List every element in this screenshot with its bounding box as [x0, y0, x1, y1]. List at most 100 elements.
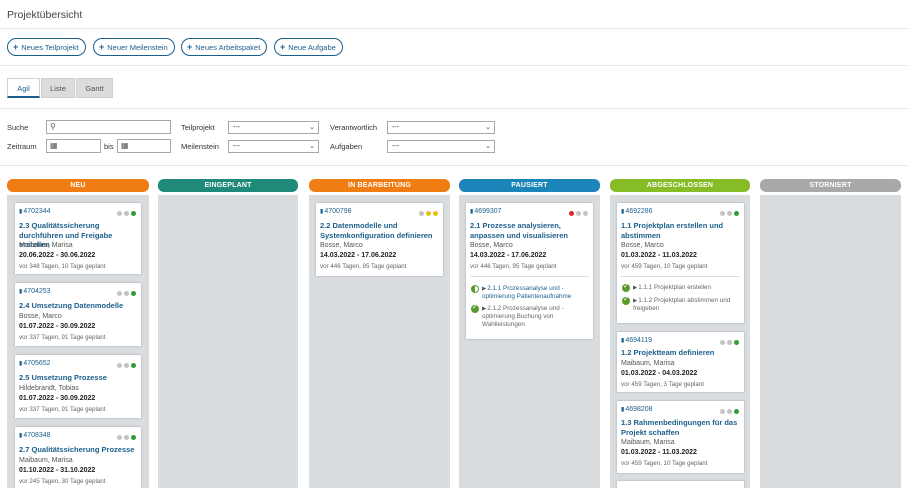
card[interactable]: ▮4692286 1.1 Projektplan erstellen und a… [617, 203, 744, 323]
card-dates: 01.03.2022 - 04.03.2022 [621, 370, 698, 377]
flag-icon: ▮ [19, 289, 23, 295]
tab-liste[interactable]: Liste [41, 78, 75, 98]
period-from-field[interactable]: ▦ [46, 139, 101, 153]
tab-agil[interactable]: Agil [7, 78, 40, 98]
card-person: Bosse, Marco [19, 313, 62, 320]
status-dot [432, 210, 438, 216]
card-dates: 01.07.2022 - 30.09.2022 [19, 323, 96, 330]
status-dot [425, 210, 431, 216]
card-number[interactable]: ▮4698208 [621, 406, 653, 413]
card-title[interactable]: 1.3 Rahmenbedingungen für das Projekt sc… [621, 418, 741, 437]
tab-gantt[interactable]: Gantt [76, 78, 113, 98]
action-bar: + Neues Teilprojekt + Neuer Meilenstein + N… [0, 29, 908, 66]
status-dots [115, 209, 136, 216]
card[interactable]: ▮4702344 2.3 Qualitätssicherung durchfüh… [15, 203, 141, 274]
card-title[interactable]: 1.1 Projektplan erstellen und abstimmen [621, 221, 741, 240]
status-dot [116, 434, 122, 440]
subtask-item[interactable]: ▶1.1.2 Projektplan abstimmen und freigeb… [622, 296, 740, 315]
card[interactable]: ▮4698208 1.3 Rahmenbedingungen für das P… [617, 401, 744, 473]
status-dot [733, 339, 739, 345]
card[interactable]: ▮4708348 2.7 Qualitätssicherung Prozesse… [15, 427, 141, 488]
card[interactable]: ▮4704253 2.4 Umsetzung Datenmodelle Boss… [15, 283, 141, 346]
plus-icon: + [13, 42, 19, 52]
status-dot [130, 434, 136, 440]
card[interactable]: ▮4705652 2.5 Umsetzung Prozesse Hildebra… [15, 355, 141, 418]
status-dots [417, 209, 438, 216]
flag-icon: ▮ [621, 407, 625, 413]
card-dates: 01.10.2022 - 31.10.2022 [19, 467, 96, 474]
column-abgeschlossen: ▮4692286 1.1 Projektplan erstellen und a… [610, 195, 750, 488]
card-person: Bosse, Marco [621, 242, 664, 249]
card-number[interactable]: ▮4702344 [19, 208, 51, 215]
card-meta: vor 245 Tagen, 30 Tage geplant [19, 478, 106, 485]
subtask-item[interactable]: ▶2.1.1 Prozessanalyse und -optimierung P… [471, 285, 589, 303]
card-person: Bosse, Marco [470, 242, 513, 249]
card-number[interactable]: ▮4705652 [19, 360, 51, 367]
status-dot [726, 408, 732, 414]
status-dot [123, 434, 129, 440]
card-meta: vor 446 Tagen, 95 Tage geplant [320, 263, 407, 270]
calendar-icon: ▦ [50, 141, 58, 150]
card-meta: vor 446 Tagen, 95 Tage geplant [470, 263, 557, 270]
status-dot [733, 210, 739, 216]
period-to-field[interactable]: ▦ [117, 139, 171, 153]
status-dot [719, 210, 725, 216]
check-icon [622, 296, 630, 305]
card[interactable]: ▮4699307 2.1 Prozesse analysieren, anpas… [466, 203, 593, 339]
status-dot [568, 210, 574, 216]
divider [0, 165, 908, 166]
status-dots [567, 209, 588, 216]
card-number[interactable]: ▮4708348 [19, 432, 51, 439]
tasks-select[interactable]: --- ⌄ [387, 140, 495, 153]
card-number[interactable]: ▮4704253 [19, 288, 51, 295]
card-title[interactable]: 2.1 Prozesse analysieren, anpassen und v… [470, 221, 590, 240]
card-dates: 01.07.2022 - 30.09.2022 [19, 395, 96, 402]
card-title[interactable]: 2.5 Umsetzung Prozesse [19, 373, 139, 383]
card-title[interactable]: 1.2 Projektteam definieren [621, 348, 741, 358]
status-dot [130, 290, 136, 296]
new-workpackage-button[interactable]: + Neues Arbeitspaket [181, 38, 268, 56]
status-dot [575, 210, 581, 216]
status-dots [115, 433, 136, 440]
column-neu: ▮4702344 2.3 Qualitätssicherung durchfüh… [7, 195, 149, 488]
responsible-select[interactable]: --- ⌄ [387, 121, 495, 134]
milestone-select[interactable]: --- ⌄ [228, 140, 319, 153]
plus-icon: + [187, 42, 193, 52]
card-number[interactable]: ▮4700798 [320, 208, 352, 215]
card[interactable] [617, 481, 744, 488]
card-person: Maibaum, Marisa [19, 242, 73, 249]
card-meta: vor 337 Tagen, 91 Tage geplant [19, 406, 106, 413]
card-title[interactable]: 2.2 Datenmodelle und Systemkonfiguration… [320, 221, 440, 240]
card-dates: 01.03.2022 - 11.03.2022 [621, 449, 697, 456]
status-dot [719, 408, 725, 414]
new-task-button[interactable]: + Neue Aufgabe [274, 38, 343, 56]
status-dot [582, 210, 588, 216]
subtask-item[interactable]: ▶2.1.2 Prozessanalyse und -optimierung B… [471, 304, 589, 331]
status-dot [726, 339, 732, 345]
card-meta: vor 337 Tagen, 91 Tage geplant [19, 334, 106, 341]
status-dots [115, 361, 136, 368]
card-number[interactable]: ▮4699307 [470, 208, 502, 215]
milestone-label: Meilenstein [181, 142, 219, 151]
flag-icon: ▮ [621, 209, 625, 215]
search-input[interactable]: ⚲ [46, 120, 171, 134]
flag-icon: ▮ [19, 361, 23, 367]
flag-icon: ▮ [470, 209, 474, 215]
card-meta: vor 459 Tagen, 10 Tage geplant [621, 460, 708, 467]
card[interactable]: ▮4694119 1.2 Projektteam definieren Maib… [617, 332, 744, 392]
flag-icon: ▶ [482, 306, 487, 312]
card-person: Hildebrandt, Tobias [19, 385, 79, 392]
card-title[interactable]: 2.4 Umsetzung Datenmodelle [19, 301, 139, 311]
column-in-bearbeitung: ▮4700798 2.2 Datenmodelle und Systemkonf… [309, 195, 450, 488]
subtask-item[interactable]: ▶1.1.1 Projektplan erstellen [622, 283, 740, 294]
card[interactable]: ▮4700798 2.2 Datenmodelle und Systemkonf… [316, 203, 443, 276]
card-number[interactable]: ▮4692286 [621, 208, 653, 215]
new-subproject-button[interactable]: + Neues Teilprojekt [7, 38, 86, 56]
card-title[interactable]: 2.7 Qualitätssicherung Prozesse [19, 445, 139, 455]
card-number[interactable]: ▮4694119 [621, 337, 652, 344]
subproject-select[interactable]: --- ⌄ [228, 121, 319, 134]
column-pausiert: ▮4699307 2.1 Prozesse analysieren, anpas… [459, 195, 600, 488]
status-dot [418, 210, 424, 216]
status-dots [718, 209, 739, 216]
new-milestone-button[interactable]: + Neuer Meilenstein [93, 38, 175, 56]
